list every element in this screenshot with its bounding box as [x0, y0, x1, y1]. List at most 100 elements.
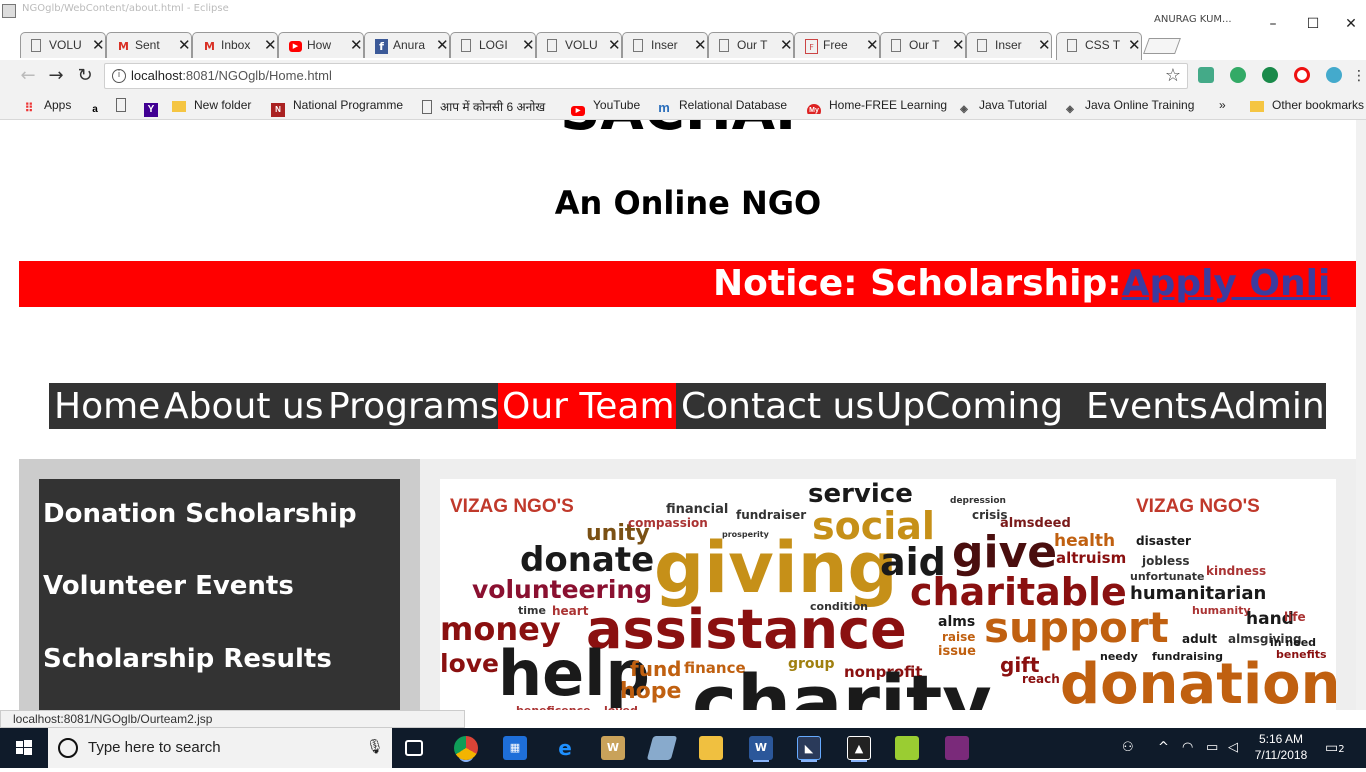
word: financial — [666, 502, 729, 517]
forward-icon[interactable]: → — [44, 64, 68, 88]
new-tab-button[interactable] — [1143, 38, 1181, 54]
close-tab-icon[interactable]: ✕ — [866, 36, 879, 54]
bookmark-page[interactable] — [116, 98, 134, 114]
browser-tab-active[interactable]: CSS T ✕ — [1056, 32, 1142, 60]
extension-icon[interactable] — [1198, 67, 1214, 83]
browser-tab[interactable]: M Inbox ✕ — [192, 32, 278, 58]
close-tab-icon[interactable]: ✕ — [92, 36, 105, 54]
close-tab-icon[interactable]: ✕ — [1128, 36, 1141, 54]
wordpad-icon[interactable]: W — [601, 736, 625, 760]
nav-contact-us[interactable]: Contact us — [677, 383, 878, 429]
bookmark-youtube[interactable]: ▶ YouTube — [571, 98, 640, 116]
address-bar[interactable]: i localhost:8081/NGOglb/Home.html ☆ — [104, 63, 1188, 89]
edge-icon[interactable]: e — [553, 736, 577, 760]
word: unfortunate — [1130, 570, 1205, 583]
taskbar-search-box[interactable]: Type here to search 🎙 — [48, 728, 392, 768]
extension-icon[interactable] — [1262, 67, 1278, 83]
info-icon[interactable]: i — [112, 69, 126, 83]
apply-online-link[interactable]: Apply Onli — [1122, 263, 1331, 304]
notepad-plus-icon[interactable] — [895, 736, 919, 760]
notes-app-icon[interactable] — [646, 736, 678, 760]
bookmark-amazon[interactable]: a — [88, 98, 110, 115]
word: adult — [1182, 632, 1218, 646]
profile-name[interactable]: ANURAG KUM... — [1154, 14, 1232, 25]
close-tab-icon[interactable]: ✕ — [436, 36, 449, 54]
photos-icon[interactable]: ▲ — [847, 736, 871, 760]
calculator-app-icon[interactable]: ▦ — [503, 736, 527, 760]
nav-upcoming-events[interactable]: UpComing Events — [872, 383, 1212, 429]
word: humanitarian — [1130, 583, 1267, 604]
browser-tab[interactable]: Inser ✕ — [622, 32, 708, 58]
taskbar-clock[interactable]: 5:16 AM 7/11/2018 — [1246, 731, 1316, 763]
back-icon[interactable]: ← — [16, 64, 40, 88]
microphone-icon[interactable]: 🎙 — [366, 739, 384, 755]
charity-word-cloud-image: VIZAG NGO'S VIZAG NGO'S service financia… — [440, 479, 1336, 710]
close-window-button[interactable]: ✕ — [1336, 14, 1366, 34]
bookmark-apps[interactable]: ⠿ Apps — [22, 98, 72, 115]
close-tab-icon[interactable]: ✕ — [608, 36, 621, 54]
bookmark-java-tutorial[interactable]: ◈ Java Tutorial — [957, 98, 1047, 115]
file-explorer-icon[interactable] — [699, 736, 723, 760]
nav-about-us[interactable]: About us — [160, 383, 327, 429]
people-icon[interactable]: ⚇ — [1122, 740, 1134, 755]
nav-programs[interactable]: Programs — [324, 383, 503, 429]
word: loved — [604, 705, 638, 710]
close-tab-icon[interactable]: ✕ — [694, 36, 707, 54]
browser-tab[interactable]: Our T ✕ — [880, 32, 966, 58]
bookmark-relational-database[interactable]: m Relational Database — [657, 98, 787, 115]
bookmark-home-free-learning[interactable]: My Home-FREE Learning — [807, 98, 947, 114]
show-hidden-icons-icon[interactable]: ^ — [1158, 740, 1169, 755]
sidebar: Donation Scholarship Volunteer Events Sc… — [19, 459, 420, 710]
battery-icon[interactable]: ▭ — [1206, 740, 1218, 755]
side-link-volunteer-events[interactable]: Volunteer Events — [43, 571, 294, 601]
task-view-icon[interactable] — [405, 740, 423, 756]
close-tab-icon[interactable]: ✕ — [780, 36, 793, 54]
close-tab-icon[interactable]: ✕ — [264, 36, 277, 54]
browser-tab[interactable]: F Free ✕ — [794, 32, 880, 58]
page-scrollbar[interactable] — [1356, 120, 1366, 710]
extension-icon[interactable] — [1230, 67, 1246, 83]
browser-tab[interactable]: LOGI ✕ — [450, 32, 536, 58]
eclipse-taskbar-icon[interactable]: ◣ — [797, 736, 821, 760]
youtube-icon: ▶ — [289, 41, 302, 52]
wifi-icon[interactable]: ◠ — [1182, 740, 1193, 755]
menu-icon[interactable]: ⋮ — [1352, 64, 1366, 88]
side-link-donation-scholarship[interactable]: Donation Scholarship — [43, 499, 357, 529]
game-app-icon[interactable] — [945, 736, 969, 760]
bookmark-star-icon[interactable]: ☆ — [1165, 65, 1181, 86]
java-icon: ◈ — [1066, 104, 1074, 115]
browser-tab[interactable]: Inser ✕ — [966, 32, 1052, 58]
close-tab-icon[interactable]: ✕ — [178, 36, 191, 54]
side-link-scholarship-results[interactable]: Scholarship Results — [43, 644, 332, 674]
opera-icon[interactable] — [1294, 67, 1310, 83]
browser-tab[interactable]: VOLU ✕ — [536, 32, 622, 58]
maximize-button[interactable]: ☐ — [1290, 14, 1336, 34]
bookmark-national-programme[interactable]: N National Programme — [271, 98, 403, 117]
bookmarks-overflow-button[interactable]: » — [1219, 98, 1226, 114]
close-tab-icon[interactable]: ✕ — [952, 36, 965, 54]
bookmark-new-folder[interactable]: New folder — [172, 98, 251, 114]
browser-tab[interactable]: ▶ How ✕ — [278, 32, 364, 58]
word-icon[interactable]: W — [749, 736, 773, 760]
bookmark-yahoo[interactable]: Y — [144, 98, 166, 117]
bookmark-other[interactable]: Other bookmarks — [1250, 98, 1364, 114]
browser-tab[interactable]: VOLU ✕ — [20, 32, 106, 58]
notifications-icon[interactable]: ▭2 — [1325, 740, 1345, 756]
nav-home[interactable]: Home — [50, 383, 164, 429]
nav-our-team[interactable]: Our Team — [498, 383, 676, 429]
close-tab-icon[interactable]: ✕ — [522, 36, 535, 54]
volume-icon[interactable]: ◁ — [1228, 740, 1238, 755]
browser-tab[interactable]: M Sent ✕ — [106, 32, 192, 58]
close-tab-icon[interactable]: ✕ — [1038, 36, 1051, 54]
close-tab-icon[interactable]: ✕ — [350, 36, 363, 54]
browser-tab[interactable]: f Anura ✕ — [364, 32, 450, 58]
start-button[interactable] — [0, 728, 48, 768]
nav-admin[interactable]: Admin — [1206, 383, 1329, 429]
java-icon: ◈ — [960, 104, 968, 115]
chrome-icon[interactable] — [454, 736, 478, 760]
reload-icon[interactable]: ↻ — [73, 64, 97, 88]
bookmark-java-online-training[interactable]: ◈ Java Online Training — [1063, 98, 1194, 115]
extension-icon[interactable] — [1326, 67, 1342, 83]
bookmark-hindi[interactable]: आप में कोनसी 6 अनोख — [422, 98, 558, 114]
browser-tab[interactable]: Our T ✕ — [708, 32, 794, 58]
